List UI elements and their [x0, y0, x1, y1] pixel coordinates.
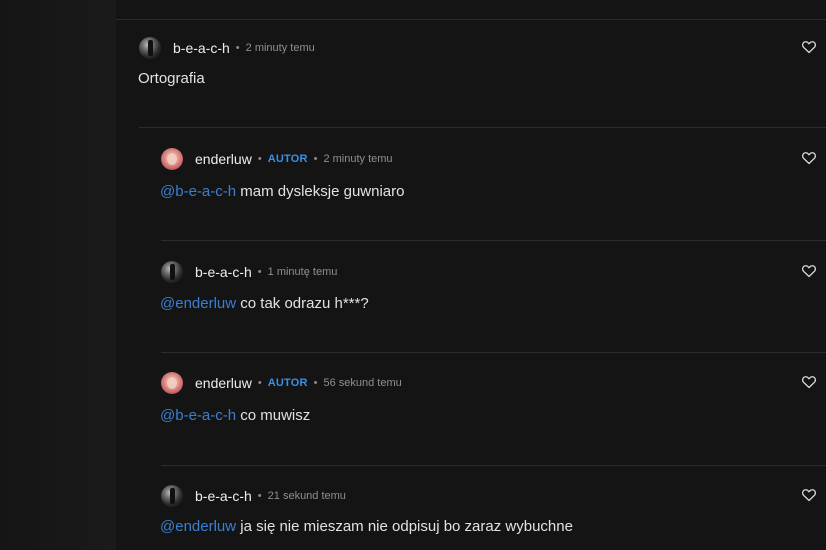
mention-link[interactable]: @b-e-a-c-h: [160, 407, 236, 424]
username-link[interactable]: b-e-a-c-h: [173, 40, 230, 56]
comment-divider: [161, 352, 826, 353]
comment-message: co tak odrazu h***?: [236, 295, 369, 312]
separator-dot: •: [313, 377, 318, 389]
comment-message: ja się nie mieszam nie odpisuj bo zaraz …: [236, 518, 573, 535]
comment-header: b-e-a-c-h • 1 minutę temu: [161, 259, 337, 285]
comment-header: b-e-a-c-h • 21 sekund temu: [161, 483, 346, 509]
like-heart-icon[interactable]: [801, 263, 817, 279]
comment-divider: [139, 127, 826, 128]
comments-panel: b-e-a-c-h • 2 minuty temu Ortografia end…: [116, 0, 826, 550]
comment-text: @enderluw co tak odrazu h***?: [160, 295, 369, 312]
user-avatar[interactable]: [161, 372, 183, 394]
user-avatar[interactable]: [161, 485, 183, 507]
comment-divider: [161, 240, 826, 241]
username-link[interactable]: b-e-a-c-h: [195, 264, 252, 280]
comment-timestamp: 21 sekund temu: [267, 490, 346, 502]
author-badge: AUTOR: [267, 377, 308, 389]
comment-timestamp: 1 minutę temu: [267, 266, 338, 278]
comment-message: Ortografia: [138, 70, 205, 87]
username-link[interactable]: enderluw: [195, 375, 252, 391]
comment-text: @b-e-a-c-h co muwisz: [160, 407, 310, 424]
mention-link[interactable]: @enderluw: [160, 518, 236, 535]
author-badge: AUTOR: [267, 153, 308, 165]
left-sidebar-background: [0, 0, 116, 550]
mention-link[interactable]: @enderluw: [160, 295, 236, 312]
comment-text: @b-e-a-c-h mam dysleksje guwniaro: [160, 183, 404, 200]
separator-dot: •: [257, 377, 262, 389]
separator-dot: •: [313, 153, 318, 165]
mention-link[interactable]: @b-e-a-c-h: [160, 183, 236, 200]
like-heart-icon[interactable]: [801, 39, 817, 55]
comment-message: mam dysleksje guwniaro: [236, 183, 405, 200]
comment-message: co muwisz: [236, 407, 311, 424]
comment-divider: [161, 465, 826, 466]
comment-header: enderluw • AUTOR • 56 sekund temu: [161, 370, 402, 396]
like-heart-icon[interactable]: [801, 150, 817, 166]
separator-dot: •: [235, 42, 240, 54]
comment-timestamp: 56 sekund temu: [323, 377, 402, 389]
separator-dot: •: [257, 153, 262, 165]
username-link[interactable]: enderluw: [195, 151, 252, 167]
separator-dot: •: [257, 266, 262, 278]
separator-dot: •: [257, 490, 262, 502]
like-heart-icon[interactable]: [801, 374, 817, 390]
comment-text: @enderluw ja się nie mieszam nie odpisuj…: [160, 518, 573, 535]
user-avatar[interactable]: [139, 37, 161, 59]
like-heart-icon[interactable]: [801, 487, 817, 503]
user-avatar[interactable]: [161, 148, 183, 170]
comment-header: enderluw • AUTOR • 2 minuty temu: [161, 146, 393, 172]
user-avatar[interactable]: [161, 261, 183, 283]
username-link[interactable]: b-e-a-c-h: [195, 488, 252, 504]
comment-timestamp: 2 minuty temu: [323, 153, 393, 165]
comment-timestamp: 2 minuty temu: [245, 42, 315, 54]
comment-text: Ortografia: [138, 70, 205, 87]
comment-header: b-e-a-c-h • 2 minuty temu: [139, 35, 315, 61]
comment-divider: [116, 19, 826, 20]
